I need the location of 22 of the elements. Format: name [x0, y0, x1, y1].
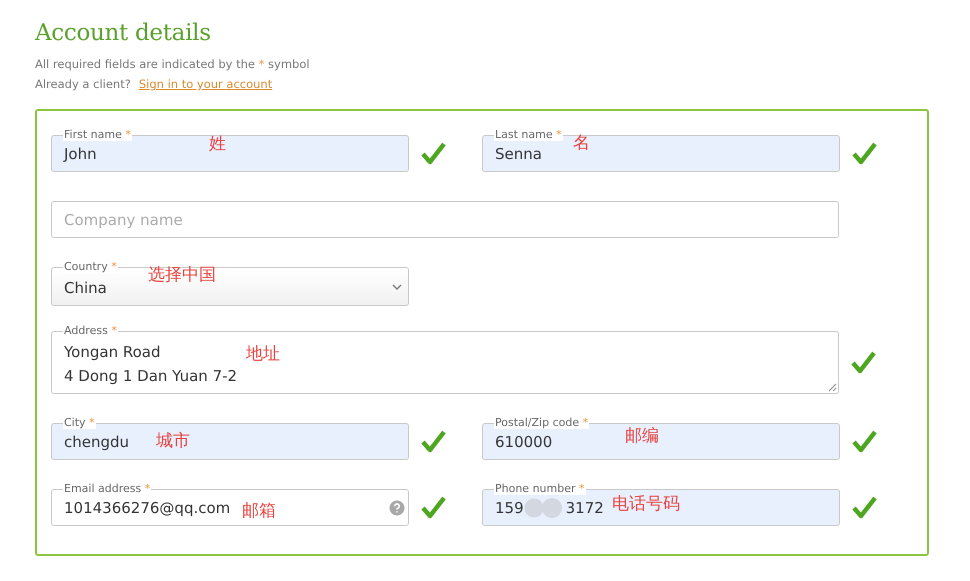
annotation-text: 姓 — [209, 134, 226, 154]
annotation-text: 邮编 — [625, 426, 659, 446]
field-label: Email address * — [63, 482, 152, 495]
annotation-text: 名 — [573, 133, 590, 153]
field-label: Last name * — [494, 128, 563, 141]
field-label: Phone number * — [494, 482, 586, 495]
client-prompt: Already a client? — [35, 77, 131, 91]
field-label: First name * — [63, 128, 132, 141]
field-label: Postal/Zip code * — [494, 416, 590, 429]
required-note: All required fields are indicated by the * symbol — [35, 56, 311, 73]
annotation-text: 电话号码 — [612, 494, 680, 514]
annotation-text: 城市 — [156, 431, 190, 451]
annotation-text: 地址 — [246, 344, 280, 364]
help-icon[interactable] — [389, 500, 405, 516]
chevron-down-icon — [392, 284, 402, 291]
section-title: Account details — [35, 20, 212, 46]
annotation-text: 邮箱 — [242, 501, 276, 521]
resize-grip-icon[interactable] — [828, 383, 837, 392]
annotation-text: 选择中国 — [148, 265, 216, 285]
field-label: Country * — [63, 260, 118, 273]
field-label: City * — [63, 416, 96, 429]
field-label: Address * — [63, 324, 118, 337]
